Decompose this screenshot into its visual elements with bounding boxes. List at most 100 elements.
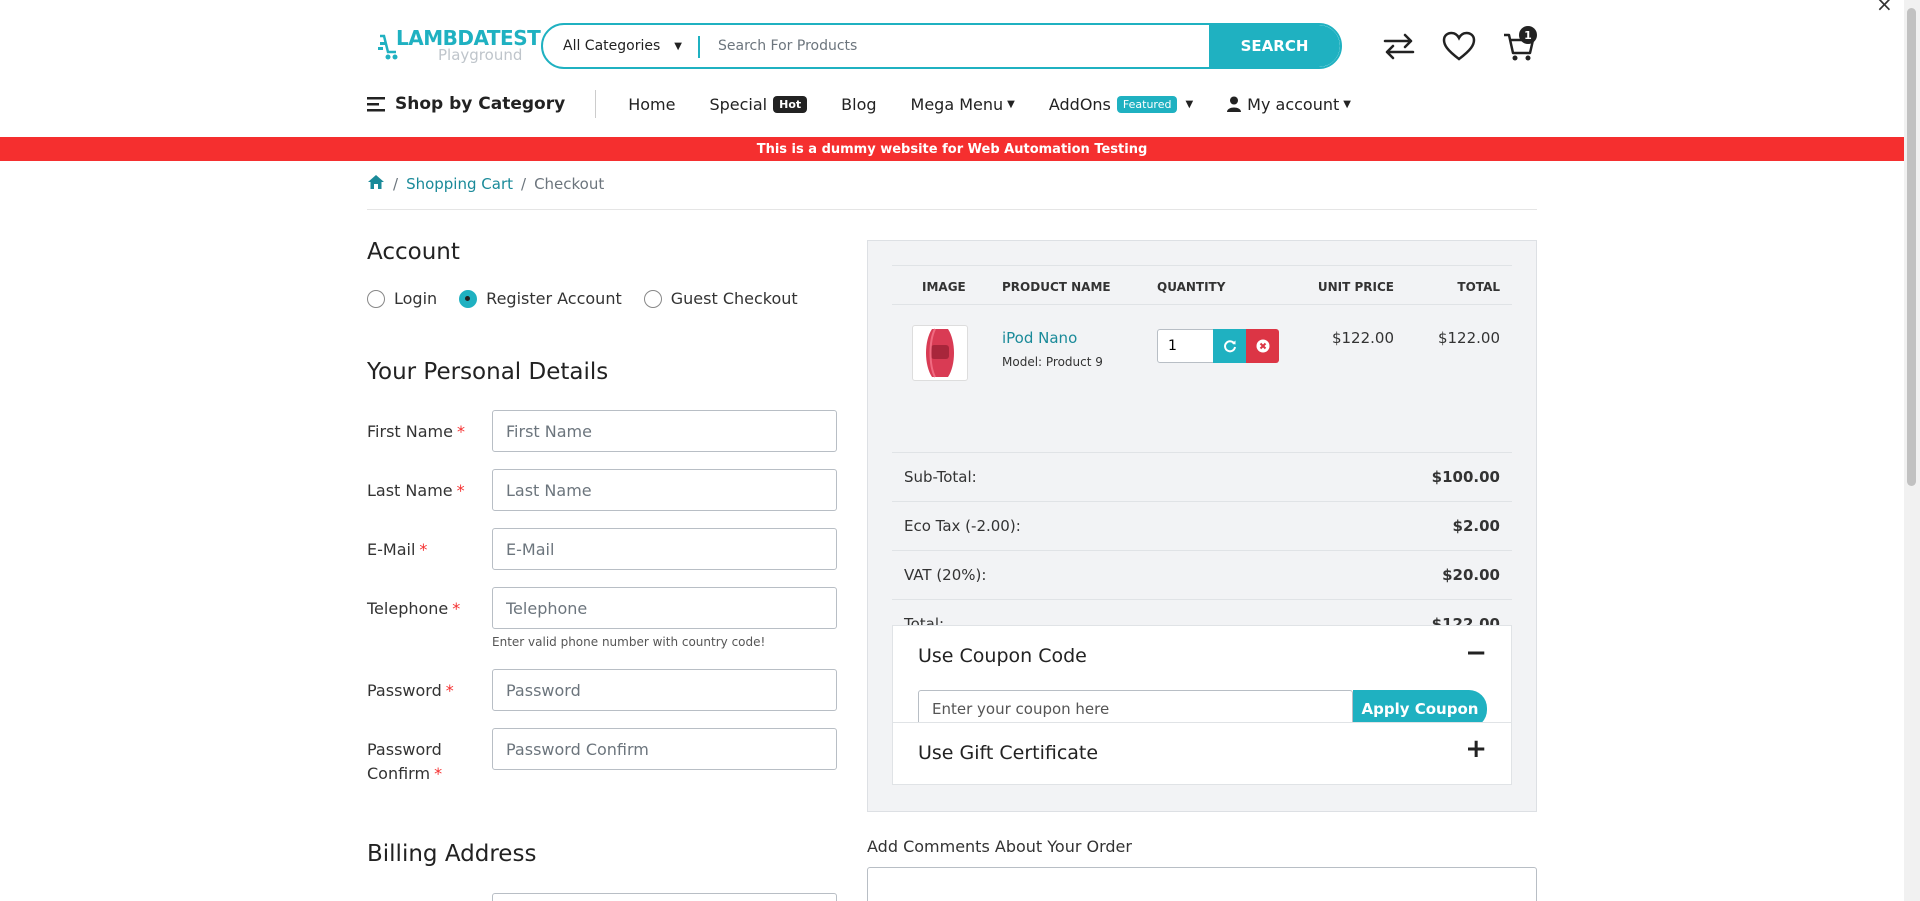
breadcrumb-shopping-cart[interactable]: Shopping Cart [406, 175, 513, 193]
vat-row: VAT (20%): $20.00 [892, 551, 1512, 600]
quantity-input[interactable] [1157, 329, 1214, 363]
account-options: Login Register Account Guest Checkout [367, 289, 820, 308]
password-confirm-label: Password Confirm * [367, 740, 443, 783]
eco-tax-row: Eco Tax (-2.00): $2.00 [892, 502, 1512, 551]
collapse-icon[interactable]: − [1465, 638, 1487, 668]
radio-register-label: Register Account [486, 289, 622, 308]
radio-login[interactable]: Login [367, 289, 437, 308]
site-logo[interactable]: LAMBDATEST Playground [378, 24, 541, 72]
logo-sub: Playground [438, 46, 523, 64]
gift-certificate-title[interactable]: Use Gift Certificate [918, 742, 1098, 764]
product-name-link[interactable]: iPod Nano [1002, 329, 1077, 347]
header-total: TOTAL [1457, 280, 1500, 294]
fitness-band-image [926, 328, 954, 378]
category-dropdown[interactable]: All Categories ▼ [543, 25, 703, 67]
unit-price: $122.00 [1331, 329, 1394, 347]
comments-textarea[interactable] [867, 867, 1537, 901]
cart-logo-icon [378, 34, 398, 60]
search-divider [698, 36, 700, 58]
remove-icon [1256, 339, 1269, 353]
billing-input[interactable] [492, 893, 837, 901]
main-nav: Shop by Category Home Special Hot Blog M… [367, 88, 1385, 120]
radio-guest-checkout[interactable]: Guest Checkout [643, 289, 798, 308]
radio-register-account[interactable]: Register Account [459, 289, 622, 308]
shop-by-category[interactable]: Shop by Category [367, 94, 565, 114]
cart-table-header: IMAGE PRODUCT NAME QUANTITY UNIT PRICE T… [892, 265, 1512, 305]
caret-down-icon: ▼ [1343, 98, 1351, 110]
nav-mega-menu[interactable]: Mega Menu ▼ [911, 95, 1015, 114]
search-bar: All Categories ▼ SEARCH [541, 23, 1342, 69]
nav-home-label: Home [628, 94, 676, 114]
last-name-input[interactable] [492, 469, 837, 511]
nav-special[interactable]: Special Hot [709, 94, 808, 114]
eco-tax-label: Eco Tax (-2.00): [904, 517, 1021, 535]
nav-addons[interactable]: AddOns Featured ▼ [1049, 95, 1193, 114]
nav-my-account[interactable]: My account ▼ [1227, 95, 1351, 114]
coupon-accordion: Use Coupon Code − Apply Coupon Use Gift … [892, 625, 1512, 785]
close-icon[interactable]: × [1876, 0, 1893, 16]
order-summary-panel: IMAGE PRODUCT NAME QUANTITY UNIT PRICE T… [867, 240, 1537, 812]
breadcrumb-checkout: Checkout [534, 175, 605, 193]
user-icon [1227, 96, 1242, 112]
radio-circle-selected[interactable] [459, 289, 478, 308]
caret-down-icon: ▼ [1185, 98, 1194, 110]
vat-label: VAT (20%): [904, 566, 987, 584]
search-button[interactable]: SEARCH [1209, 25, 1340, 67]
nav-addons-label: AddOns [1048, 94, 1111, 114]
compare-button[interactable] [1377, 24, 1421, 68]
shop-by-category-label: Shop by Category [395, 94, 566, 114]
featured-tag: Featured [1116, 95, 1178, 113]
personal-details-title: Your Personal Details [367, 359, 609, 385]
breadcrumb-divider [367, 209, 1537, 210]
radio-circle[interactable] [367, 289, 385, 308]
refresh-icon [1223, 340, 1236, 353]
header-quantity: QUANTITY [1157, 280, 1226, 294]
nav-home[interactable]: Home [628, 95, 675, 114]
telephone-help: Enter valid phone number with country co… [492, 635, 766, 649]
home-icon[interactable] [367, 174, 385, 194]
expand-icon[interactable]: + [1465, 734, 1487, 764]
menu-icon [367, 97, 385, 112]
item-total: $122.00 [1437, 329, 1500, 347]
subtotal-value: $100.00 [1431, 468, 1500, 486]
product-model: Model: Product 9 [1002, 355, 1103, 369]
breadcrumb-separator: / [393, 175, 399, 193]
subtotal-row: Sub-Total: $100.00 [892, 453, 1512, 502]
nav-mega-menu-label: Mega Menu [910, 94, 1004, 114]
radio-guest-label: Guest Checkout [670, 289, 798, 308]
nav-blog[interactable]: Blog [841, 95, 876, 114]
first-name-label: First Name * [367, 422, 465, 441]
scrollbar-thumb[interactable] [1907, 8, 1916, 486]
subtotal-label: Sub-Total: [904, 468, 977, 486]
password-input[interactable] [492, 669, 837, 711]
search-input[interactable] [718, 33, 1218, 59]
breadcrumb: / Shopping Cart / Checkout [367, 174, 604, 194]
compare-icon [1383, 33, 1415, 60]
wishlist-button[interactable] [1437, 24, 1481, 68]
heart-icon [1442, 31, 1476, 61]
telephone-input[interactable] [492, 587, 837, 629]
coupon-title[interactable]: Use Coupon Code [918, 645, 1087, 667]
caret-down-icon: ▼ [1007, 98, 1015, 110]
password-label: Password * [367, 681, 454, 700]
nav-my-account-label: My account [1247, 94, 1340, 114]
gift-certificate-accordion[interactable]: Use Gift Certificate + [893, 722, 1511, 784]
password-confirm-input[interactable] [492, 728, 837, 770]
email-input[interactable] [492, 528, 837, 570]
telephone-label: Telephone * [367, 599, 461, 618]
breadcrumb-separator: / [521, 175, 527, 193]
cart-button[interactable]: 1 [1497, 24, 1541, 68]
nav-special-label: Special [709, 94, 768, 114]
update-quantity-button[interactable] [1213, 329, 1246, 363]
radio-circle[interactable] [643, 289, 662, 308]
eco-tax-value: $2.00 [1452, 517, 1500, 535]
nav-divider [595, 90, 597, 118]
category-label: All Categories [563, 38, 661, 54]
comments-label: Add Comments About Your Order [867, 837, 1132, 856]
vat-value: $20.00 [1442, 566, 1500, 584]
first-name-input[interactable] [492, 410, 837, 452]
hot-tag: Hot [773, 95, 808, 113]
remove-item-button[interactable] [1246, 329, 1279, 363]
product-thumbnail[interactable] [912, 325, 968, 381]
billing-address-title: Billing Address [367, 841, 537, 867]
